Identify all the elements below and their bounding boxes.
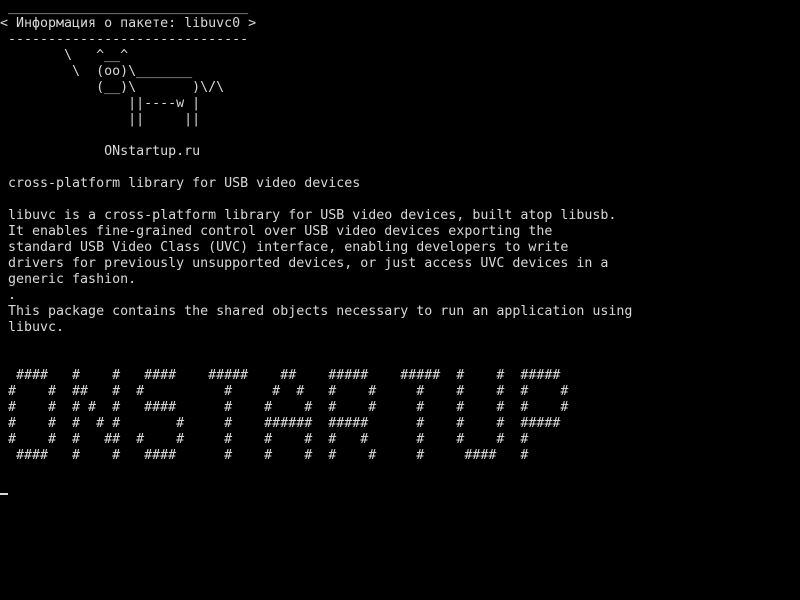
package-description-line: standard USB Video Class (UVC) interface… [0,240,569,255]
package-summary: cross-platform library for USB video dev… [0,176,361,191]
site-name: ONstartup.ru [0,144,201,159]
banner-line: #### # # #### ##### ## ##### ##### # # #… [0,368,561,383]
package-description-line: generic fashion. [0,272,137,287]
package-description-line: . [0,288,17,303]
cow-ascii-line: (__)\ )\/\ [0,80,225,95]
banner-line: # # # ## # # # # # # # # # # # [0,432,529,447]
package-description-line: libuvc. [0,320,65,335]
cow-ascii-line: || || [0,112,201,127]
cow-ascii-line: ||----w | [0,96,201,111]
cow-ascii-line: \ (oo)\_______ [0,64,193,79]
package-description-line: libuvc is a cross-platform library for U… [0,208,617,223]
banner-line: # # # # # #### # # # # # # # # # # [0,400,569,415]
package-description-line: drivers for previously unsupported devic… [0,256,609,271]
cowsay-border-bottom: ------------------------------ [0,32,249,47]
package-description-line: It enables fine-grained control over USB… [0,224,553,239]
banner-line: # # ## # # # # # # # # # # # # [0,384,569,399]
banner-line: #### # # #### # # # # # # #### # [0,448,529,463]
cowsay-message: < Информация о пакете: libuvc0 > [0,16,257,31]
text-cursor[interactable] [0,493,8,495]
package-description-line: This package contains the shared objects… [0,304,633,319]
banner-line: # # # # # # # ###### ##### # # # ##### [0,416,561,431]
cowsay-border-top: ______________________________ [0,0,249,15]
cow-ascii-line: \ ^__^ [0,48,129,63]
terminal-screen: ______________________________ < Информа… [0,0,800,600]
